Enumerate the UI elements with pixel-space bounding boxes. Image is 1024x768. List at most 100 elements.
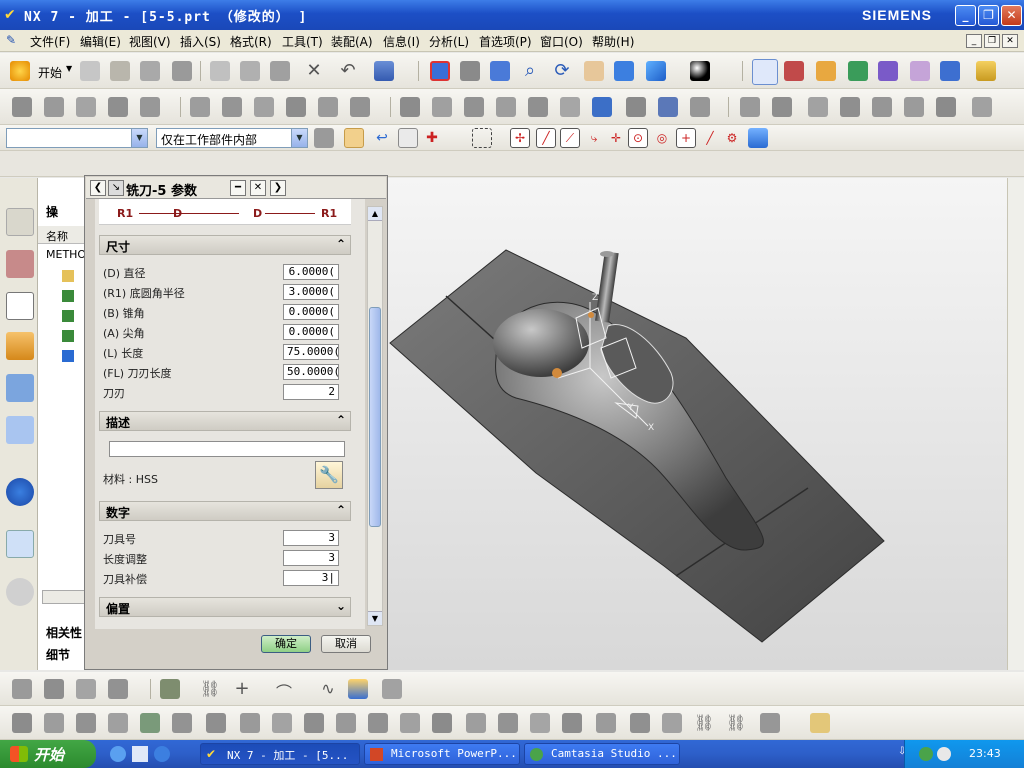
feature-icon-14[interactable]	[432, 713, 452, 733]
command-finder-icon[interactable]	[374, 61, 394, 81]
snap-midpoint-icon[interactable]: ⟋	[560, 128, 580, 148]
close-button[interactable]: ✕	[1001, 5, 1022, 26]
postprocess-icon[interactable]	[878, 61, 898, 81]
method-root[interactable]: METHO	[46, 248, 86, 261]
operation-node-icon[interactable]	[62, 290, 74, 302]
chain-icon[interactable]: ⛓	[694, 713, 714, 733]
doc-close-button[interactable]: ✕	[1002, 34, 1018, 48]
feature-icon-7[interactable]	[206, 713, 226, 733]
menu-view[interactable]: 视图(V)	[129, 33, 171, 50]
minimize-button[interactable]: _	[955, 5, 976, 26]
tool-icon-4[interactable]	[108, 679, 128, 699]
part-model[interactable]: Z X Y	[386, 178, 1024, 670]
menu-file[interactable]: 文件(F)	[30, 33, 70, 50]
flute-length-field[interactable]: 50.0000(	[283, 364, 340, 380]
section-dimensions[interactable]: 尺寸 ⌃	[99, 235, 351, 255]
scope-filter-combo[interactable]: 仅在工作部件内部 ▼	[156, 128, 308, 148]
chevron-up-icon[interactable]: ⌃	[336, 237, 346, 251]
start-icon[interactable]	[10, 61, 30, 81]
feature-icon-3[interactable]	[76, 713, 96, 733]
operation-node-icon[interactable]	[62, 310, 74, 322]
feature-icon-20[interactable]	[630, 713, 650, 733]
assembly-navigator-icon[interactable]	[6, 208, 34, 236]
tool-icon-6[interactable]	[348, 679, 368, 699]
tool-icon-7[interactable]	[382, 679, 402, 699]
machine-navigator-icon[interactable]	[6, 332, 34, 360]
feature-icon-2[interactable]	[44, 713, 64, 733]
path-icon-5[interactable]	[528, 97, 548, 117]
menu-preferences[interactable]: 首选项(P)	[479, 33, 532, 50]
chevron-down-icon[interactable]: ▼	[131, 129, 147, 147]
path-icon-6[interactable]	[560, 97, 580, 117]
replay-icon[interactable]	[222, 97, 242, 117]
length-adjust-field[interactable]: 3	[283, 550, 339, 566]
task-powerpoint[interactable]: Microsoft PowerP...	[364, 743, 520, 765]
operation-node-icon[interactable]	[62, 350, 74, 362]
feature-icon-22[interactable]	[760, 713, 780, 733]
feature-icon-12[interactable]	[368, 713, 388, 733]
studio-view-icon[interactable]	[690, 61, 710, 81]
type-filter-combo[interactable]: ▼	[6, 128, 148, 148]
path-icon-3[interactable]	[464, 97, 484, 117]
create-method-icon[interactable]	[108, 97, 128, 117]
palette-icon[interactable]	[6, 578, 34, 606]
dialog-forward-icon[interactable]: ❯	[270, 180, 286, 196]
navigator-hscroll[interactable]	[42, 590, 86, 604]
doc-restore-button[interactable]: ❐	[984, 34, 1000, 48]
menu-window[interactable]: 窗口(O)	[540, 33, 583, 50]
ok-button[interactable]: 确定	[261, 635, 311, 653]
scroll-thumb[interactable]	[369, 307, 381, 527]
feature-icon-1[interactable]	[12, 713, 32, 733]
feature-icon-13[interactable]	[400, 713, 420, 733]
menu-format[interactable]: 格式(R)	[230, 33, 272, 50]
pan-icon[interactable]	[584, 61, 604, 81]
create-operation-icon[interactable]	[140, 97, 160, 117]
zoom-window-icon[interactable]	[460, 61, 480, 81]
wcs-icon[interactable]	[752, 59, 778, 85]
feature-icon-4[interactable]	[108, 713, 128, 733]
graphics-window[interactable]: Z X Y	[386, 178, 1024, 670]
chain-icon[interactable]: ⛓	[726, 713, 746, 733]
tool-icon-5[interactable]	[160, 679, 180, 699]
ie-quicklaunch-icon[interactable]	[110, 746, 126, 762]
tool-number-field[interactable]: 3	[283, 530, 339, 546]
link-chain-icon[interactable]: ⛓	[200, 679, 220, 699]
delete-toolpath-icon[interactable]	[318, 97, 338, 117]
rotate-icon[interactable]: ⟳	[552, 61, 572, 81]
snap-bounded-icon[interactable]: ⚙	[722, 128, 742, 148]
zoom-area-icon[interactable]	[490, 61, 510, 81]
feature-icon-16[interactable]	[498, 713, 518, 733]
snap-line-icon[interactable]: ╱	[536, 128, 556, 148]
feature-icon-19[interactable]	[596, 713, 616, 733]
description-field[interactable]	[109, 441, 345, 457]
select-point-icon[interactable]: ✚	[422, 128, 442, 148]
edit-display-icon[interactable]	[286, 97, 306, 117]
column-name-header[interactable]: 名称	[38, 226, 86, 244]
scroll-up-icon[interactable]: ▲	[368, 207, 382, 221]
chevron-down-icon[interactable]: ▼	[291, 129, 307, 147]
camtasia-tray-icon[interactable]	[919, 747, 933, 761]
menu-help[interactable]: 帮助(H)	[592, 33, 634, 50]
start-menu-label[interactable]: 开始	[38, 64, 62, 81]
tool-path-icon[interactable]	[816, 61, 836, 81]
menu-tools[interactable]: 工具(T)	[282, 33, 323, 50]
path-icon-4[interactable]	[496, 97, 516, 117]
spline-icon[interactable]: ∿	[318, 679, 338, 699]
path-icon-1[interactable]	[400, 97, 420, 117]
cancel-button[interactable]: 取消	[321, 635, 371, 653]
tool-icon-1[interactable]	[12, 679, 32, 699]
add-point-icon[interactable]: +	[232, 679, 252, 699]
rectangle-select-icon[interactable]	[472, 128, 492, 148]
dialog-scrollbar[interactable]: ▲ ▼	[367, 206, 383, 626]
section-offset[interactable]: 偏置 ⌄	[99, 597, 351, 617]
snap-center-icon[interactable]: ⊙	[628, 128, 648, 148]
feature-icon-5[interactable]	[140, 713, 160, 733]
chevron-up-icon[interactable]: ⌃	[336, 413, 346, 427]
feature-icon-11[interactable]	[336, 713, 356, 733]
snap-on-curve-icon[interactable]: ╱	[700, 128, 720, 148]
display-icon-3[interactable]	[808, 97, 828, 117]
operation-node-icon[interactable]	[62, 330, 74, 342]
diameter-field[interactable]: 6.0000(	[283, 264, 339, 280]
clock[interactable]: 23:43	[969, 747, 1001, 760]
cutter-comp-field[interactable]: 3|	[283, 570, 339, 586]
